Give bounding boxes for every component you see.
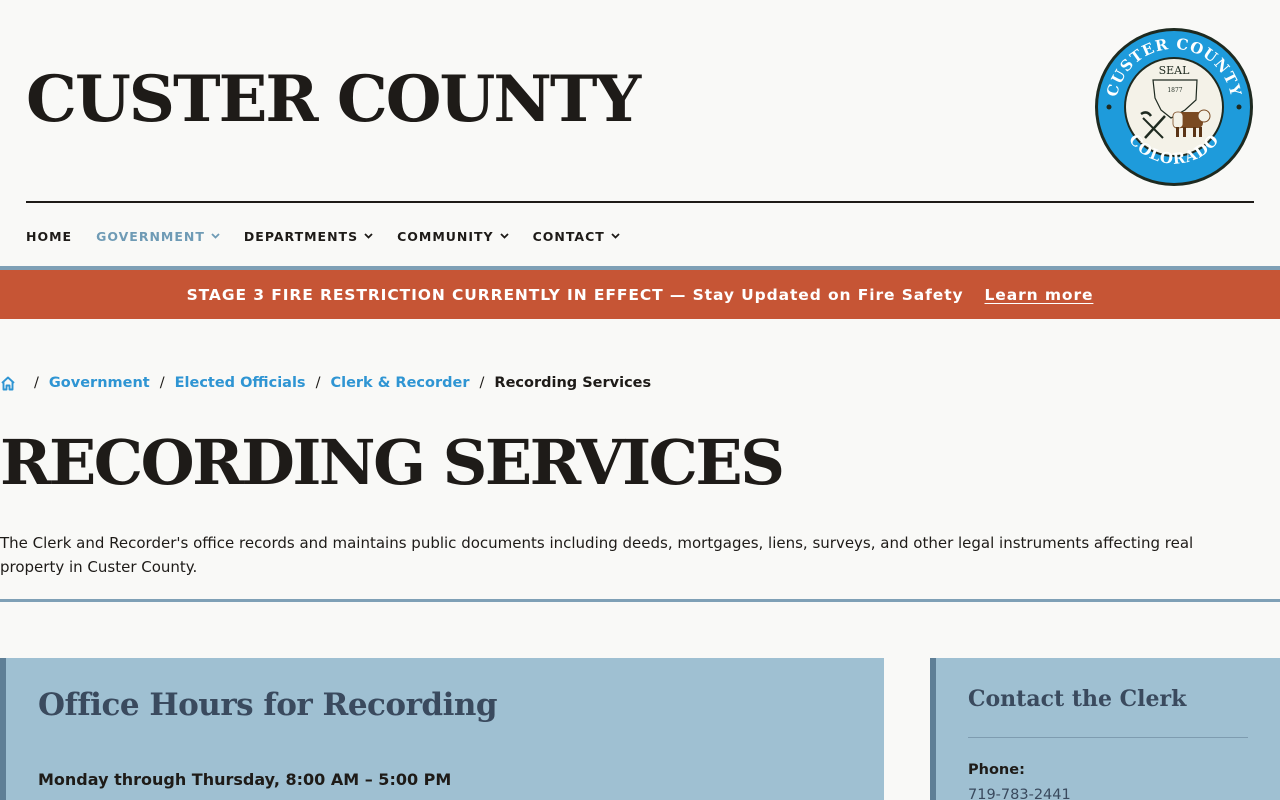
breadcrumb-current: Recording Services	[494, 375, 652, 391]
main-nav: HOME GOVERNMENT DEPARTMENTS COMMUNITY CO…	[26, 226, 644, 246]
nav-item-departments[interactable]: DEPARTMENTS	[244, 229, 373, 244]
office-hours-title: Office Hours for Recording	[38, 687, 498, 723]
nav-item-label: COMMUNITY	[397, 228, 494, 244]
seal-center-label: SEAL	[1159, 64, 1191, 77]
home-icon[interactable]	[0, 376, 16, 391]
breadcrumb-separator: /	[159, 375, 165, 391]
breadcrumb-separator: /	[315, 375, 321, 391]
contact-card-divider	[968, 737, 1248, 738]
nav-item-contact[interactable]: CONTACT	[533, 229, 620, 244]
seal-year: 1877	[1167, 87, 1182, 94]
county-seal-logo[interactable]: CUSTER COUNTY COLORADO SEAL 1877	[1093, 26, 1255, 188]
intro-paragraph: The Clerk and Recorder's office records …	[0, 534, 1194, 576]
nav-item-label: HOME	[26, 228, 73, 244]
nav-item-label: DEPARTMENTS	[243, 228, 359, 244]
nav-item-label: GOVERNMENT	[96, 228, 205, 244]
nav-item-label: CONTACT	[532, 228, 605, 244]
breadcrumb-separator: /	[34, 375, 39, 391]
chevron-down-icon	[211, 233, 220, 239]
phone-link[interactable]: 719-783-2441	[968, 787, 1071, 800]
nav-item-home[interactable]: HOME	[26, 229, 72, 244]
chevron-down-icon	[611, 233, 620, 239]
breadcrumb: / Government / Elected Officials / Clerk…	[0, 372, 651, 394]
nav-item-community[interactable]: COMMUNITY	[397, 229, 509, 244]
breadcrumb-government[interactable]: Government	[49, 375, 150, 391]
phone-label: Phone:	[968, 762, 1025, 778]
section-divider	[0, 599, 1280, 602]
site-title[interactable]: CUSTER COUNTY	[26, 68, 641, 132]
alert-message: STAGE 3 FIRE RESTRICTION CURRENTLY IN EF…	[186, 285, 964, 304]
contact-card-title: Contact the Clerk	[968, 686, 1187, 712]
alert-learn-more-link[interactable]: Learn more	[985, 286, 1094, 304]
fire-restriction-alert: STAGE 3 FIRE RESTRICTION CURRENTLY IN EF…	[0, 266, 1280, 319]
page-title: RECORDING SERVICES	[0, 426, 785, 499]
office-hours-card: Office Hours for Recording Monday throug…	[0, 658, 884, 800]
breadcrumb-clerk-recorder[interactable]: Clerk & Recorder	[330, 375, 469, 391]
breadcrumb-elected-officials[interactable]: Elected Officials	[175, 375, 306, 391]
contact-clerk-card: Contact the Clerk Phone: 719-783-2441	[930, 658, 1280, 800]
office-hours-line: Monday through Thursday, 8:00 AM – 5:00 …	[38, 770, 452, 789]
chevron-down-icon	[364, 233, 373, 239]
header-divider	[26, 201, 1254, 203]
nav-item-government[interactable]: GOVERNMENT	[96, 229, 220, 244]
site-header: CUSTER COUNTY CUSTER COUNTY COLORADO SEA…	[0, 0, 1280, 266]
breadcrumb-separator: /	[479, 375, 485, 391]
chevron-down-icon	[499, 233, 509, 239]
